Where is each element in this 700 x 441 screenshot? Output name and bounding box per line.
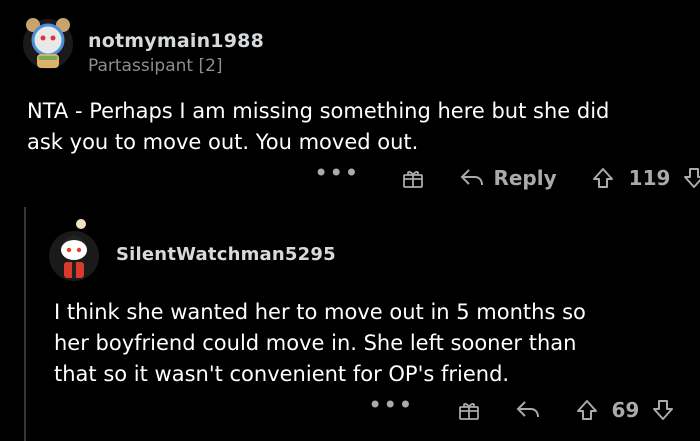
downvote-button[interactable] [651, 398, 675, 422]
comment-line: her boyfriend could move in. She left so… [54, 331, 577, 355]
reply-button[interactable]: Reply [459, 166, 557, 190]
reply-label: Reply [493, 166, 557, 190]
comment-body: NTA - Perhaps I am missing something her… [27, 96, 609, 158]
avatar-image [49, 219, 99, 281]
downvote-icon [653, 400, 674, 420]
comment-actions: ••• Reply 119 [314, 161, 700, 192]
upvote-button[interactable] [591, 166, 615, 190]
user-avatar[interactable] [22, 16, 74, 76]
username[interactable]: notmymain1988 [88, 30, 264, 52]
downvote-icon [684, 168, 700, 188]
gift-icon[interactable] [457, 398, 481, 422]
comment-line: I think she wanted her to move out in 5 … [54, 300, 586, 324]
upvote-icon [592, 168, 613, 188]
comment-line: that so it wasn't convenient for OP's fr… [54, 362, 510, 386]
comment-line: NTA - Perhaps I am missing something her… [27, 99, 610, 123]
comment-actions: ••• 69 [368, 393, 675, 424]
gift-icon[interactable] [401, 166, 425, 190]
comment-line: ask you to move out. You moved out. [27, 130, 419, 154]
reply-button[interactable] [515, 399, 541, 421]
upvote-icon [577, 400, 598, 420]
thread-line[interactable] [24, 207, 26, 441]
score: 69 [611, 398, 640, 422]
more-icon[interactable]: ••• [368, 393, 413, 420]
score: 119 [628, 166, 671, 190]
reply-icon [517, 401, 540, 418]
user-flair: Partassipant [2] [88, 56, 223, 76]
upvote-button[interactable] [575, 398, 599, 422]
reply-icon [461, 169, 484, 186]
user-avatar[interactable] [48, 218, 100, 282]
downvote-button[interactable] [682, 166, 700, 190]
comment-body: I think she wanted her to move out in 5 … [54, 297, 586, 390]
username[interactable]: SilentWatchman5295 [116, 244, 336, 265]
avatar-image [23, 18, 73, 69]
more-icon[interactable]: ••• [314, 161, 359, 188]
